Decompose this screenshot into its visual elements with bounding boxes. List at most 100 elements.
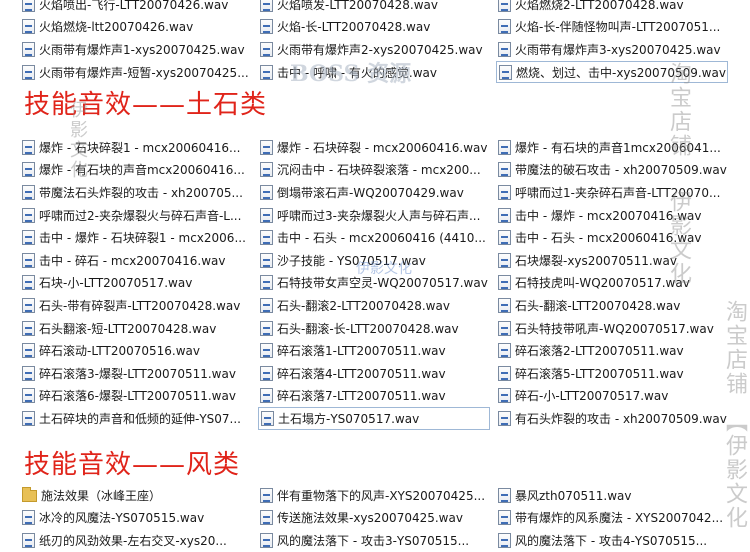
audio-file-icon <box>260 230 273 246</box>
audio-file-icon <box>498 365 511 381</box>
file-item[interactable]: 火焰-长-伴随怪物叫声-LTT2007051... <box>496 16 728 39</box>
file-item[interactable]: 火雨带有爆炸声2-xys20070425.wav <box>258 38 490 61</box>
file-item[interactable]: 呼啸而过2-夹杂爆裂火与碎石声音-L... <box>20 204 252 227</box>
file-item[interactable]: 击中 - 石头 - mcx20060416.wav <box>496 226 728 249</box>
file-item[interactable]: 风的魔法落下 - 攻击3-YS070515... <box>258 529 490 552</box>
file-item[interactable]: 击中 - 爆炸 - mcx20070416.wav <box>496 204 728 227</box>
file-item[interactable]: 击中 - 石头 - mcx20060416 (4410... <box>258 226 490 249</box>
audio-file-icon <box>498 162 511 178</box>
file-item[interactable]: 火焰-长-LTT20070428.wav <box>258 16 490 39</box>
file-item[interactable]: 石块-小-LTT20070517.wav <box>20 272 252 295</box>
file-item[interactable]: 倒塌带滚石声-WQ20070429.wav <box>258 181 490 204</box>
file-item[interactable]: 碎石滚落6-爆裂-LTT20070511.wav <box>20 385 252 408</box>
file-item[interactable]: 碎石滚落5-LTT20070511.wav <box>496 362 728 385</box>
file-item[interactable]: 带魔法石头炸裂的攻击 - xh200705... <box>20 181 252 204</box>
file-item[interactable]: 爆炸 - 石块碎裂1 - mcx20060416... <box>20 136 252 159</box>
file-item[interactable]: 击中 - 碎石 - mcx20070416.wav <box>20 249 252 272</box>
file-item[interactable]: 呼啸而过3-夹杂爆裂火人声与碎石声... <box>258 204 490 227</box>
top-file-grid: 火焰喷出-飞行-LTT20070426.wav 火焰喷发-LTT20070428.… <box>0 0 728 84</box>
file-item[interactable]: 伴有重物落下的风声-XYS20070425... <box>258 484 490 507</box>
file-name: 伴有重物落下的风声-XYS20070425... <box>277 488 486 503</box>
file-item[interactable]: 火雨带有爆炸声3-xys20070425.wav <box>496 38 728 61</box>
file-item[interactable]: 土石碎块的声音和低频的延伸-YS07... <box>20 407 252 430</box>
file-item[interactable]: 呼啸而过1-夹杂碎石声音-LTT20070... <box>496 181 728 204</box>
file-item[interactable]: 沙子技能 - YS070517.wav <box>258 249 490 272</box>
file-item[interactable]: 有石头炸裂的攻击 - xh20070509.wav <box>496 407 728 430</box>
file-item[interactable]: 火焰喷出-飞行-LTT20070426.wav <box>20 0 252 16</box>
audio-file-icon <box>260 41 273 57</box>
file-item[interactable]: 火雨带有爆炸声1-xys20070425.wav <box>20 38 252 61</box>
file-name: 火雨带有爆炸声1-xys20070425.wav <box>39 42 245 57</box>
audio-file-icon <box>260 19 273 35</box>
file-item[interactable]: 石特技虎叫-WQ20070517.wav <box>496 272 728 295</box>
file-item[interactable]: 石头-翻滚-LTT20070428.wav <box>496 294 728 317</box>
file-item[interactable]: 爆炸 - 有石块的声音mcx20060416... <box>20 159 252 182</box>
file-name: 燃烧、划过、击中-xys20070509.wav <box>516 65 726 80</box>
file-item[interactable]: 施法效果（冰峰王座） <box>20 484 252 507</box>
audio-file-icon <box>22 0 35 12</box>
file-item[interactable]: 碎石滚落1-LTT20070511.wav <box>258 339 490 362</box>
file-item[interactable]: 传送施法效果-xys20070425.wav <box>258 507 490 530</box>
wind-file-list: 施法效果（冰峰王座） 伴有重物落下的风声-XYS20070425... 暴风zth0… <box>0 484 723 552</box>
file-item[interactable]: 石特技带女声空灵-WQ20070517.wav <box>258 272 490 295</box>
file-item[interactable]: 碎石滚落2-LTT20070511.wav <box>496 339 728 362</box>
file-item[interactable]: 燃烧、划过、击中-xys20070509.wav <box>496 60 728 84</box>
section-title-earth: 技能音效——土石类 <box>24 90 268 120</box>
file-item[interactable]: 石头-翻滚2-LTT20070428.wav <box>258 294 490 317</box>
file-item[interactable]: 石头-翻滚-长-LTT20070428.wav <box>258 317 490 340</box>
file-item[interactable]: 带有爆炸的风系魔法 - XYS2007042... <box>496 507 728 530</box>
file-item[interactable]: 爆炸 - 石块碎裂 - mcx20060416.wav <box>258 136 490 159</box>
audio-file-icon <box>22 230 35 246</box>
audio-file-icon <box>498 41 511 57</box>
audio-file-icon <box>22 275 35 291</box>
file-name: 石块-小-LTT20070517.wav <box>39 276 193 291</box>
file-item[interactable]: 碎石滚落7-LTT20070511.wav <box>258 385 490 408</box>
file-name: 呼啸而过3-夹杂爆裂火人声与碎石声... <box>277 208 481 223</box>
file-item[interactable]: 击中 - 呼啸 - 有火的感觉.wav <box>258 61 490 84</box>
file-name: 火焰燃烧-ltt20070426.wav <box>39 20 194 35</box>
file-item[interactable]: 击中 - 爆炸 - 石块碎裂1 - mcx2006... <box>20 226 252 249</box>
file-name: 呼啸而过2-夹杂爆裂火与碎石声音-L... <box>39 208 242 223</box>
audio-file-icon <box>22 510 35 526</box>
file-item[interactable]: 火焰燃烧2-LTT20070428.wav <box>496 0 728 16</box>
file-name: 带魔法石头炸裂的攻击 - xh200705... <box>39 185 243 200</box>
file-item[interactable]: 碎石滚动-LTT20070516.wav <box>20 339 252 362</box>
audio-file-icon <box>498 275 511 291</box>
file-item[interactable]: 碎石滚落3-爆裂-LTT20070511.wav <box>20 362 252 385</box>
file-name: 火雨带有爆炸声2-xys20070425.wav <box>277 42 483 57</box>
file-item[interactable]: 带魔法的破石攻击 - xh20070509.wav <box>496 159 728 182</box>
file-name: 带魔法的破石攻击 - xh20070509.wav <box>515 163 727 178</box>
file-item[interactable]: 纸刃的风劲效果-左右交叉-xys20... <box>20 529 252 552</box>
file-item[interactable]: 火焰燃烧-ltt20070426.wav <box>20 16 252 39</box>
file-item[interactable]: 碎石-小-LTT20070517.wav <box>496 385 728 408</box>
file-item[interactable]: 碎石滚落4-LTT20070511.wav <box>258 362 490 385</box>
file-item[interactable]: 冰冷的风魔法-YS070515.wav <box>20 507 252 530</box>
file-name: 沉闷击中 - 石块碎裂滚落 - mcx200... <box>277 163 481 178</box>
file-item[interactable]: 石头翻滚-短-LTT20070428.wav <box>20 317 252 340</box>
file-item[interactable]: 石块爆裂-xys20070511.wav <box>496 249 728 272</box>
file-name: 暴风zth070511.wav <box>515 488 632 503</box>
audio-file-icon <box>260 139 273 155</box>
audio-file-icon <box>498 510 511 526</box>
audio-file-icon <box>498 230 511 246</box>
audio-file-icon <box>260 64 273 80</box>
file-item[interactable]: 石头特技带吼声-WQ20070517.wav <box>496 317 728 340</box>
file-item[interactable]: 沉闷击中 - 石块碎裂滚落 - mcx200... <box>258 159 490 182</box>
file-name: 碎石滚落6-爆裂-LTT20070511.wav <box>39 389 236 404</box>
audio-file-icon <box>260 207 273 223</box>
file-item[interactable]: 石头-带有碎裂声-LTT20070428.wav <box>20 294 252 317</box>
file-item[interactable]: 爆炸 - 有石块的声音1mcx2006041... <box>496 136 728 159</box>
audio-file-icon <box>260 275 273 291</box>
file-item[interactable]: 火焰喷发-LTT20070428.wav <box>258 0 490 16</box>
file-name: 碎石滚落4-LTT20070511.wav <box>277 366 446 381</box>
audio-file-icon <box>22 184 35 200</box>
top-file-list: 火焰喷出-飞行-LTT20070426.wav 火焰喷发-LTT20070428.… <box>0 0 728 84</box>
file-name: 带有爆炸的风系魔法 - XYS2007042... <box>515 511 724 526</box>
file-item[interactable]: 暴风zth070511.wav <box>496 484 728 507</box>
file-item[interactable]: 火雨带有爆炸声-短暂-xys20070425... <box>20 61 252 84</box>
file-item[interactable]: 土石塌方-YS070517.wav <box>258 407 490 430</box>
audio-file-icon <box>22 64 35 80</box>
file-item[interactable]: 风的魔法落下 - 攻击4-YS070515... <box>496 529 728 552</box>
file-name: 风的魔法落下 - 攻击3-YS070515... <box>277 533 470 548</box>
file-name: 土石塌方-YS070517.wav <box>278 411 420 426</box>
